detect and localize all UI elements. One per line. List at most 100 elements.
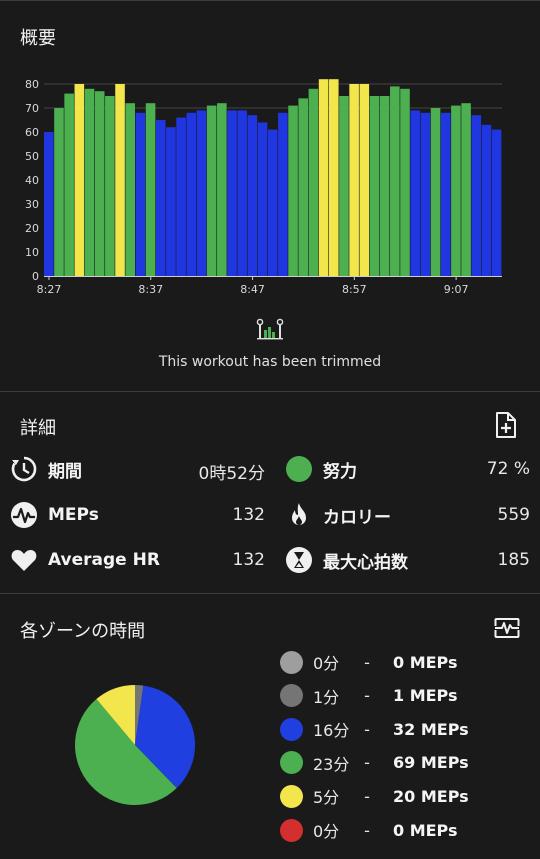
hr-bar bbox=[94, 91, 105, 276]
hr-bar bbox=[247, 115, 258, 276]
zone-meps: 32 MEPs bbox=[393, 719, 469, 739]
calories-label: カロリー bbox=[323, 507, 391, 528]
detail-calories: カロリー bbox=[285, 497, 391, 533]
zone-minutes: 0分 bbox=[313, 654, 340, 673]
y-tick-label: 40 bbox=[25, 174, 39, 187]
zone-legend-row: 16分 - 32 MEPs bbox=[280, 716, 469, 742]
hr-bar bbox=[54, 108, 64, 276]
zone-minutes: 1分 bbox=[313, 687, 340, 707]
y-tick-label: 80 bbox=[25, 78, 39, 91]
hr-bar bbox=[186, 112, 197, 276]
top-divider bbox=[0, 0, 540, 1]
zone-minutes: 5分 bbox=[313, 788, 340, 808]
meps-value: 132 bbox=[232, 505, 265, 525]
trimmed-message: This workout has been trimmed bbox=[158, 354, 382, 370]
average-hr-label: Average HR bbox=[48, 550, 160, 570]
y-tick-label: 10 bbox=[25, 246, 39, 259]
note-add-icon[interactable] bbox=[494, 411, 518, 439]
zone-meps: 1 MEPs bbox=[393, 686, 458, 706]
duration-icon bbox=[10, 455, 38, 483]
zone-color-dot bbox=[280, 818, 303, 842]
details-title: 詳細 bbox=[20, 418, 56, 439]
zone-minutes: 0分 bbox=[313, 822, 340, 841]
hr-bar bbox=[471, 115, 482, 276]
hr-bar bbox=[206, 105, 217, 276]
hr-bar bbox=[328, 79, 339, 276]
zone-separator: - bbox=[364, 652, 370, 672]
zone-settings-icon[interactable] bbox=[494, 617, 520, 639]
y-tick-label: 50 bbox=[25, 150, 39, 163]
meps-label: MEPs bbox=[48, 505, 99, 525]
zone-meps: 0 MEPs bbox=[393, 652, 458, 672]
detail-meps: MEPs bbox=[10, 497, 99, 533]
x-tick-label: 8:27 bbox=[37, 283, 62, 296]
zone-legend-row: 5分 - 20 MEPs bbox=[280, 783, 469, 809]
hr-bar bbox=[349, 84, 359, 276]
hr-bar bbox=[430, 108, 441, 276]
hr-bar bbox=[115, 84, 125, 276]
zone-color-dot bbox=[280, 751, 303, 775]
detail-effort: 努力 bbox=[285, 451, 357, 487]
hr-bar bbox=[410, 110, 420, 277]
hr-bar bbox=[257, 122, 268, 277]
hr-bar bbox=[145, 103, 156, 276]
detail-max-hr: 最大心拍数 bbox=[285, 542, 408, 578]
zone-legend-row: 0分 - 0 MEPs bbox=[280, 817, 458, 843]
hr-bar bbox=[64, 93, 74, 276]
zone-meps: 0 MEPs bbox=[393, 820, 458, 840]
hr-bar bbox=[359, 84, 370, 276]
hr-bar bbox=[379, 96, 390, 276]
x-tick-label: 8:47 bbox=[240, 283, 265, 296]
hr-bar bbox=[369, 96, 380, 276]
meps-icon bbox=[10, 501, 38, 529]
hr-bar bbox=[166, 127, 176, 276]
y-tick-label: 30 bbox=[25, 198, 39, 211]
zone-legend-row: 23分 - 69 MEPs bbox=[280, 750, 469, 776]
x-tick-label: 8:57 bbox=[342, 283, 367, 296]
hr-bar bbox=[237, 110, 247, 277]
zone-separator: - bbox=[364, 753, 370, 773]
hr-bar bbox=[390, 86, 400, 277]
zone-color-dot bbox=[280, 684, 303, 708]
zone-color-dot bbox=[280, 650, 303, 674]
hr-bar bbox=[267, 129, 278, 276]
heart-icon bbox=[10, 546, 38, 574]
hr-bar bbox=[481, 124, 492, 276]
hr-bar bbox=[288, 105, 298, 276]
x-tick-label: 8:37 bbox=[138, 283, 163, 296]
y-tick-label: 60 bbox=[25, 126, 39, 139]
zone-legend-row: 1分 - 1 MEPs bbox=[280, 683, 458, 709]
hr-bar bbox=[155, 120, 166, 276]
hr-bar bbox=[84, 88, 95, 276]
zone-separator: - bbox=[364, 719, 370, 739]
hr-bar bbox=[217, 103, 227, 276]
hr-bar bbox=[196, 110, 207, 277]
detail-average-hr: Average HR bbox=[10, 542, 160, 578]
zone-minutes: 23分 bbox=[313, 754, 350, 774]
hr-bar bbox=[420, 112, 431, 276]
hr-bar bbox=[400, 88, 410, 276]
x-tick-label: 9:07 bbox=[444, 283, 469, 296]
hr-bar bbox=[74, 84, 85, 276]
hr-bar bbox=[308, 88, 319, 276]
y-tick-label: 20 bbox=[25, 222, 39, 235]
zone-legend-row: 0分 - 0 MEPs bbox=[280, 649, 458, 675]
hr-bar bbox=[227, 110, 237, 277]
max-hr-value: 185 bbox=[497, 550, 530, 570]
hr-bar bbox=[44, 132, 54, 276]
hr-bar bbox=[125, 103, 135, 276]
calories-value: 559 bbox=[497, 505, 530, 525]
overview-title: 概要 bbox=[20, 28, 56, 49]
max-hr-label: 最大心拍数 bbox=[323, 552, 408, 573]
duration-label: 期間 bbox=[48, 461, 82, 482]
average-hr-value: 132 bbox=[232, 550, 265, 570]
y-tick-label: 0 bbox=[32, 270, 39, 283]
hr-bar bbox=[176, 117, 186, 276]
hr-bar bbox=[440, 112, 451, 276]
section-divider bbox=[0, 391, 540, 392]
hr-bar bbox=[298, 98, 309, 277]
detail-duration: 期間 bbox=[10, 451, 82, 487]
hr-bar bbox=[318, 79, 329, 276]
hr-bar-chart: 0 10 20 30 40 50 60 70 80 8:27 8:37 8:47 8:57 9:07 bbox=[25, 78, 502, 296]
hr-bar bbox=[461, 103, 471, 276]
